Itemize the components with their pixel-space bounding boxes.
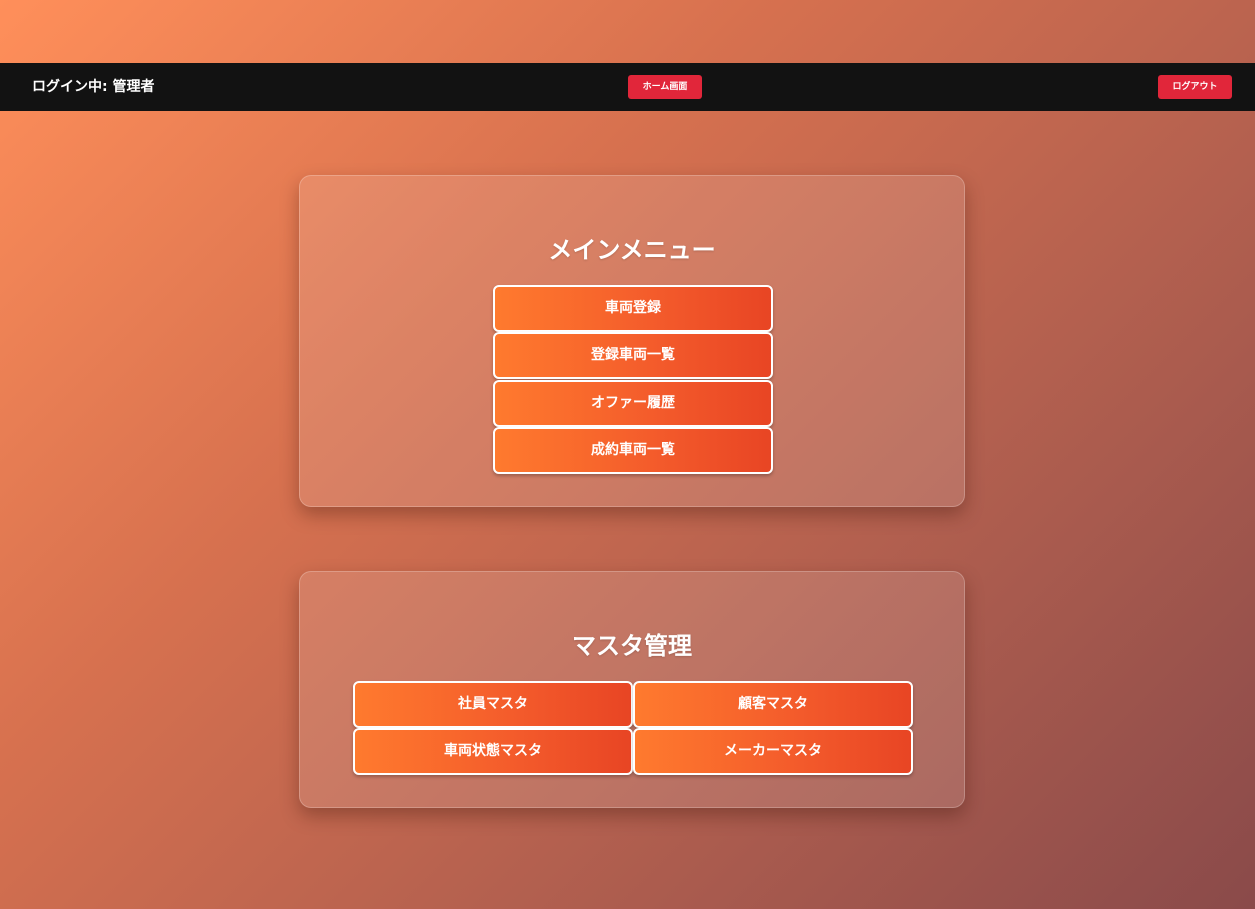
home-button[interactable]: ホーム画面 (628, 75, 702, 99)
logout-button[interactable]: ログアウト (1158, 75, 1232, 99)
employee-master-button[interactable]: 社員マスタ (353, 681, 633, 728)
contracted-vehicles-list-button[interactable]: 成約車両一覧 (493, 427, 773, 474)
main-menu-card: メインメニュー 車両登録 登録車両一覧 オファー履歴 成約車両一覧 (299, 175, 965, 507)
vehicle-condition-master-button[interactable]: 車両状態マスタ (353, 728, 633, 775)
master-management-title: マスタ管理 (572, 632, 692, 660)
master-management-card: マスタ管理 社員マスタ 顧客マスタ 車両状態マスタ メーカーマスタ (299, 571, 965, 808)
maker-master-button[interactable]: メーカーマスタ (633, 728, 913, 775)
login-status: ログイン中: 管理者 (32, 79, 155, 95)
customer-master-button[interactable]: 顧客マスタ (633, 681, 913, 728)
vehicle-register-button[interactable]: 車両登録 (493, 285, 773, 332)
offer-history-button[interactable]: オファー履歴 (493, 380, 773, 427)
registered-vehicles-list-button[interactable]: 登録車両一覧 (493, 332, 773, 379)
main-menu-title: メインメニュー (548, 236, 716, 264)
top-nav-bar: ログイン中: 管理者 ホーム画面 ログアウト (0, 63, 1255, 111)
